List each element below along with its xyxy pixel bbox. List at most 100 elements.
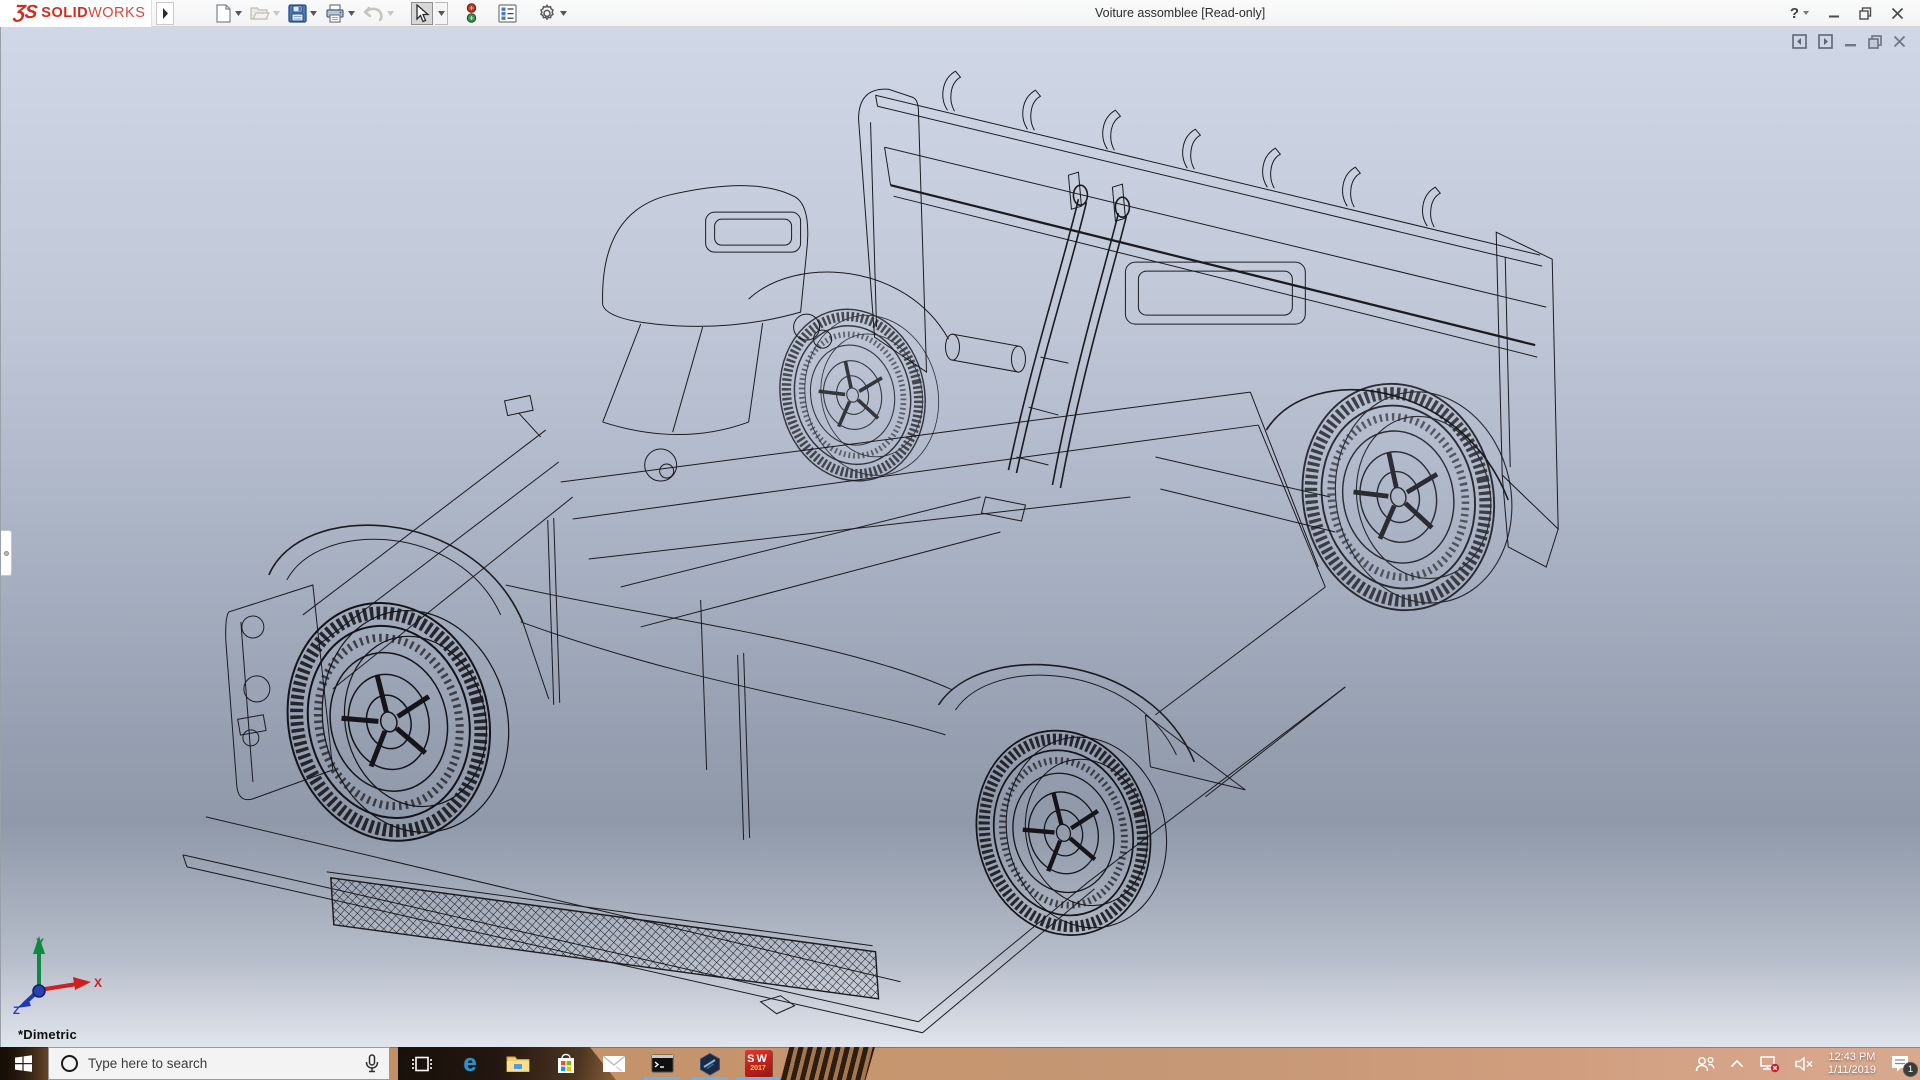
options-dropdown[interactable] [560,11,567,16]
taskbar-search[interactable] [48,1047,390,1080]
command-prompt-icon [651,1054,674,1073]
mail-icon [602,1055,626,1073]
rear-right-wheel [1282,362,1532,628]
brand-works: WORKS [88,5,145,21]
help-dropdown-icon [1803,11,1809,15]
close-button[interactable] [1891,7,1904,20]
notification-badge: 1 [1903,1062,1918,1077]
undo-icon [363,5,384,22]
select-tool-dropdown[interactable] [435,2,448,25]
edge-button[interactable]: e [446,1047,494,1080]
print-icon [325,4,345,23]
flyout-arrow-icon [162,8,169,19]
clock-date: 1/11/2019 [1828,1064,1876,1077]
save-floppy-icon [288,4,307,23]
chevron-up-icon [1730,1059,1744,1068]
solidworks-2017-button[interactable]: SW 2017 [734,1047,782,1080]
fenders[interactable] [269,272,1508,762]
toolbar-flyout-button[interactable] [156,2,174,25]
save-button[interactable] [285,2,320,25]
undo-button[interactable] [360,2,397,25]
pane-left-button[interactable] [1792,34,1807,49]
doc-close-button[interactable] [1893,35,1906,48]
panel-tab-handle-icon [4,551,9,556]
search-input[interactable] [88,1056,365,1071]
graphics-viewport[interactable]: Y X Z *Dimetric [0,27,1920,1047]
restore-button[interactable] [1859,7,1872,20]
minimize-button[interactable] [1828,7,1840,19]
people-button[interactable] [1694,1055,1716,1073]
front-grille-mesh[interactable] [327,872,879,999]
body-panels[interactable] [506,262,1336,840]
open-button[interactable] [247,2,283,25]
taskbar-clock[interactable]: 12:43 PM 1/11/2019 [1828,1051,1876,1077]
mail-button[interactable] [590,1047,638,1080]
help-label: ? [1790,5,1799,22]
document-title: Voiture assomblee [Read-only] [570,6,1789,20]
network-disconnected-icon [1758,1054,1780,1073]
new-document-button[interactable] [212,2,245,25]
brand-solid: SOLID [41,5,88,21]
file-explorer-button[interactable] [494,1047,542,1080]
taskbar-app-icons: e [398,1047,782,1080]
doc-restore-button[interactable] [1868,35,1882,49]
hexagon-app-icon [698,1052,722,1076]
network-status-button[interactable] [1758,1054,1780,1073]
doc-minimize-button[interactable] [1844,35,1857,48]
options-button[interactable] [534,2,570,25]
file-explorer-icon [506,1054,530,1074]
cockpit-section[interactable] [505,186,808,437]
volume-button[interactable] [1794,1056,1814,1072]
solidworks-window: ƷS SOLIDWORKS [0,0,1920,1080]
undo-dropdown[interactable] [387,11,394,16]
microsoft-store-icon [555,1053,577,1075]
close-icon [1891,7,1904,20]
wing-supports[interactable] [981,172,1129,521]
print-dropdown[interactable] [348,11,355,16]
microsoft-store-button[interactable] [542,1047,590,1080]
gear-icon [537,3,557,23]
select-tool-button[interactable] [411,2,433,25]
solidworks-logo: ƷS SOLIDWORKS [0,0,152,27]
edge-icon: e [463,1052,476,1076]
windows-taskbar: e [0,1047,1920,1080]
wheels[interactable] [263,293,1532,954]
task-view-icon [411,1053,433,1075]
view-orientation-label: *Dimetric [18,1027,77,1042]
volume-muted-icon [1794,1056,1814,1072]
solidworks-2017-icon: SW 2017 [745,1050,772,1077]
print-button[interactable] [322,2,358,25]
hidden-icons-button[interactable] [1730,1059,1744,1068]
file-properties-icon [498,4,517,23]
hexagon-app-button[interactable] [686,1047,734,1080]
new-document-icon [215,4,232,23]
wireframe-car-model[interactable] [1,27,1920,1047]
file-properties-button[interactable] [495,2,520,25]
feature-panel-tab[interactable] [1,530,12,576]
ds-logo-mark: ƷS [13,2,38,24]
open-dropdown[interactable] [273,11,280,16]
task-view-button[interactable] [398,1047,446,1080]
open-folder-icon [250,4,270,22]
cortana-icon [61,1055,78,1072]
action-center-button[interactable]: 1 [1890,1054,1910,1073]
microphone-icon[interactable] [365,1054,379,1073]
front-right-wheel [955,708,1187,953]
axis-z-label: Z [13,1005,20,1014]
axis-y-label: Y [36,936,44,950]
people-icon [1694,1055,1716,1073]
save-dropdown[interactable] [310,11,317,16]
help-button[interactable]: ? [1790,5,1809,22]
rebuild-button[interactable] [462,2,481,25]
windows-logo-icon [15,1055,32,1072]
command-prompt-button[interactable] [638,1047,686,1080]
document-window-controls [1792,34,1906,49]
wallpaper-stripes [780,1047,875,1080]
start-button[interactable] [0,1047,46,1080]
axis-x-label: X [94,976,102,990]
minimize-icon [1828,7,1840,19]
new-document-dropdown[interactable] [235,11,242,16]
system-tray: 12:43 PM 1/11/2019 1 [1694,1047,1920,1080]
orientation-triad: Y X Z [9,934,104,1019]
pane-right-button[interactable] [1818,34,1833,49]
